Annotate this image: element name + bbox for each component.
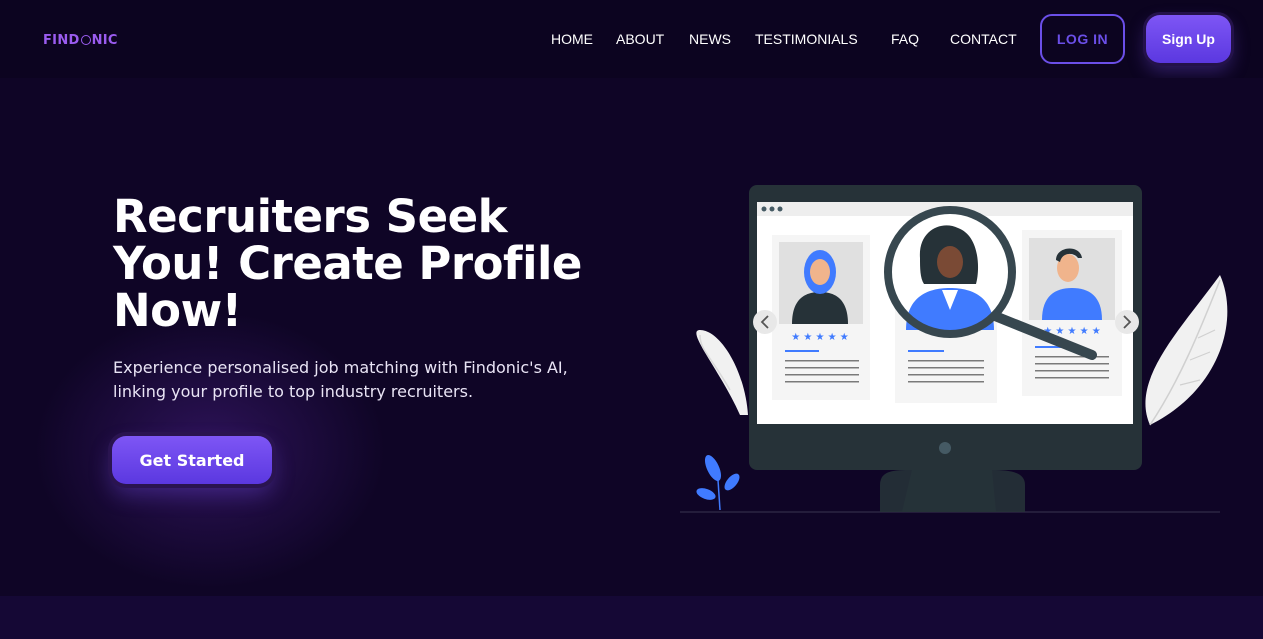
hero-subtitle: Experience personalised job matching wit… bbox=[113, 358, 568, 401]
nav-faq[interactable]: FAQ bbox=[891, 31, 919, 47]
brand-logo[interactable]: FIND NIC bbox=[43, 33, 118, 48]
navbar: FIND NIC HOME ABOUT NEWS TESTIMONIALS FAQ… bbox=[0, 0, 1263, 78]
get-started-button[interactable]: Get Started bbox=[112, 436, 272, 484]
profile-card-1: ★ ★ ★ ★ ★ bbox=[772, 235, 870, 400]
nav-about[interactable]: ABOUT bbox=[616, 31, 664, 47]
logo-text-start: FIND bbox=[43, 33, 80, 48]
signup-button[interactable]: Sign Up bbox=[1146, 15, 1231, 63]
blue-leaves-icon bbox=[696, 455, 740, 511]
leaf-left-icon bbox=[696, 330, 748, 415]
nav-home[interactable]: HOME bbox=[551, 31, 593, 47]
chevron-left-icon bbox=[753, 310, 777, 334]
nav-testimonials[interactable]: TESTIMONIALS bbox=[755, 31, 858, 47]
profile-card-3: ★ ★ ★ ★ ★ bbox=[1022, 230, 1122, 396]
logo-text-end: NIC bbox=[91, 33, 118, 48]
footer-strip bbox=[0, 596, 1263, 639]
logo-ring-icon bbox=[80, 35, 91, 45]
nav-news[interactable]: NEWS bbox=[689, 31, 731, 47]
recruiter-illustration: ★ ★ ★ ★ ★ ★ ★ ★ ★ ★ bbox=[680, 185, 1228, 513]
login-button[interactable]: LOG IN bbox=[1040, 14, 1125, 64]
leaf-right-icon bbox=[1145, 275, 1228, 426]
chevron-right-icon bbox=[1115, 310, 1139, 334]
hero-title: Recruiters Seek You! Create Profile Now! bbox=[113, 190, 582, 337]
svg-text:★ ★ ★ ★ ★: ★ ★ ★ ★ ★ bbox=[791, 332, 849, 343]
nav-contact[interactable]: CONTACT bbox=[950, 31, 1017, 47]
